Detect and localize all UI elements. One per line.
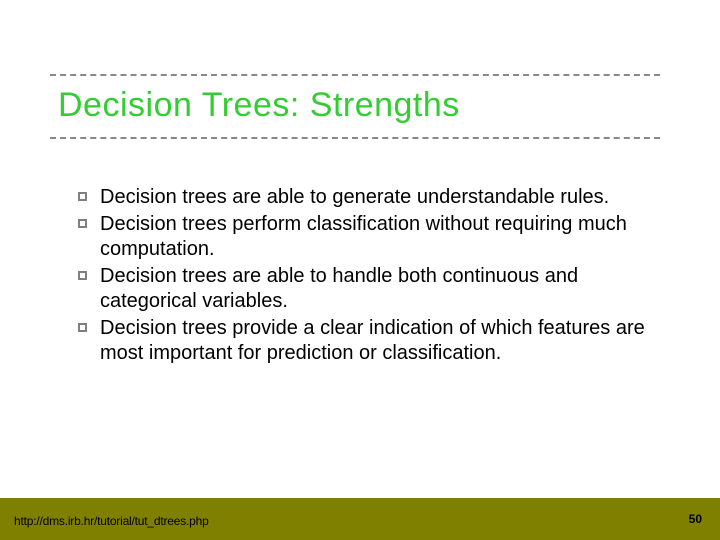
- slide: Decision Trees: Strengths Decision trees…: [0, 0, 720, 540]
- body-content: Decision trees are able to generate unde…: [78, 185, 668, 368]
- list-item: Decision trees provide a clear indicatio…: [78, 316, 668, 366]
- list-item: Decision trees perform classification wi…: [78, 212, 668, 262]
- footer-url: http://dms.irb.hr/tutorial/tut_dtrees.ph…: [14, 514, 209, 528]
- slide-title: Decision Trees: Strengths: [58, 86, 652, 125]
- footer-bar: http://dms.irb.hr/tutorial/tut_dtrees.ph…: [0, 498, 720, 540]
- list-item: Decision trees are able to generate unde…: [78, 185, 668, 210]
- page-number: 50: [689, 512, 702, 526]
- title-container: Decision Trees: Strengths: [50, 74, 660, 139]
- bullet-list: Decision trees are able to generate unde…: [78, 185, 668, 366]
- list-item: Decision trees are able to handle both c…: [78, 264, 668, 314]
